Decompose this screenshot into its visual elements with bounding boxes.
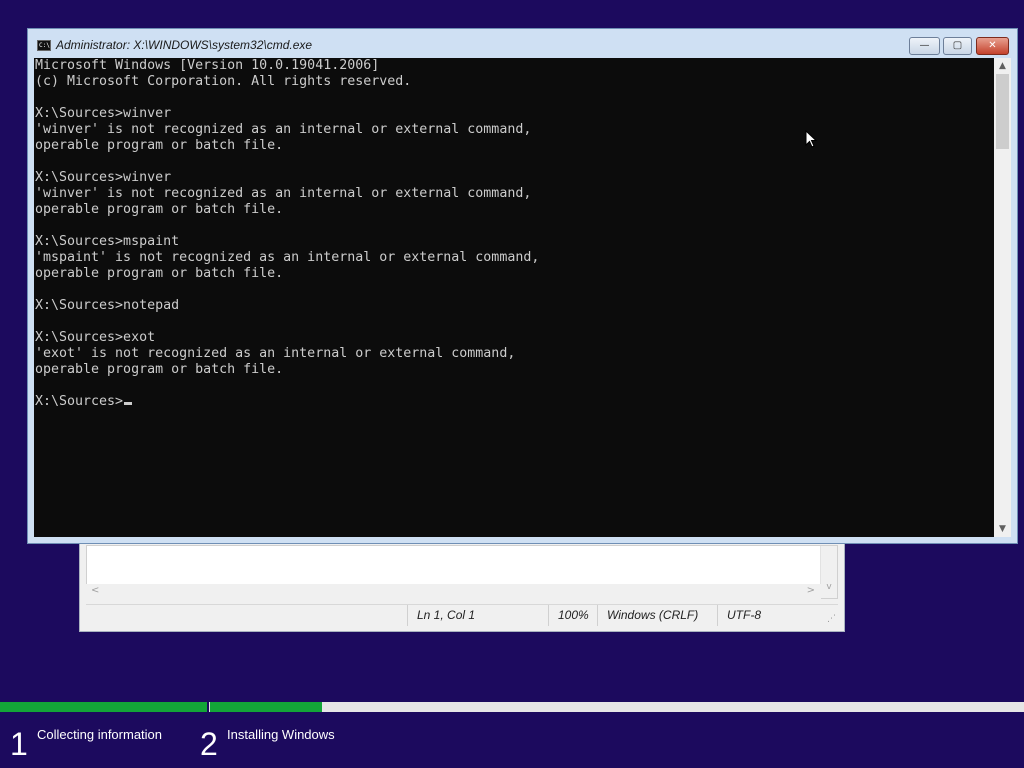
cmd-window[interactable]: C:\ Administrator: X:\WINDOWS\system32\c…	[27, 28, 1018, 544]
setup-progress-bar	[0, 702, 1024, 712]
step-2-number: 2	[200, 726, 218, 762]
progress-step2-fill	[210, 702, 322, 712]
console-output[interactable]: Microsoft Windows [Version 10.0.19041.20…	[34, 58, 994, 537]
scroll-up-icon[interactable]: ▲	[994, 58, 1011, 74]
minimize-button[interactable]: —	[909, 37, 940, 55]
maximize-button[interactable]: ▢	[943, 37, 972, 55]
status-encoding: UTF-8	[717, 605, 838, 626]
close-button[interactable]: ✕	[976, 37, 1009, 55]
status-line-ending: Windows (CRLF)	[597, 605, 717, 626]
step-1-number: 1	[10, 726, 28, 762]
progress-step1-fill	[0, 702, 207, 712]
scrollbar-thumb[interactable]	[996, 74, 1009, 149]
notepad-status-bar: Ln 1, Col 1 100% Windows (CRLF) UTF-8 ⋰	[86, 604, 838, 626]
notepad-vertical-scrollbar[interactable]: v	[820, 546, 837, 598]
cmd-app-icon[interactable]: C:\	[37, 40, 51, 51]
step-1-label: Collecting information	[37, 727, 163, 742]
text-cursor	[124, 402, 133, 405]
status-zoom: 100%	[548, 605, 597, 626]
mouse-pointer-icon	[805, 130, 817, 148]
console-vertical-scrollbar[interactable]: ▲ ▼	[994, 58, 1011, 537]
scroll-down-icon[interactable]: v	[821, 582, 837, 592]
scroll-down-icon[interactable]: ▼	[994, 521, 1011, 537]
status-cursor-position: Ln 1, Col 1	[407, 605, 548, 626]
window-title: Administrator: X:\WINDOWS\system32\cmd.e…	[56, 38, 313, 52]
cmd-titlebar[interactable]: C:\ Administrator: X:\WINDOWS\system32\c…	[28, 29, 1017, 58]
scroll-right-icon[interactable]: >	[807, 585, 815, 596]
resize-grip-icon[interactable]: ⋰	[827, 614, 836, 624]
scroll-left-icon[interactable]: <	[91, 585, 99, 596]
notepad-horizontal-scrollbar[interactable]: < >	[86, 584, 821, 601]
step-2-label: Installing Windows	[227, 727, 335, 742]
notepad-window[interactable]: v < > Ln 1, Col 1 100% Windows (CRLF) UT…	[79, 540, 845, 632]
console-text: Microsoft Windows [Version 10.0.19041.20…	[35, 58, 540, 409]
progress-divider	[207, 702, 209, 712]
